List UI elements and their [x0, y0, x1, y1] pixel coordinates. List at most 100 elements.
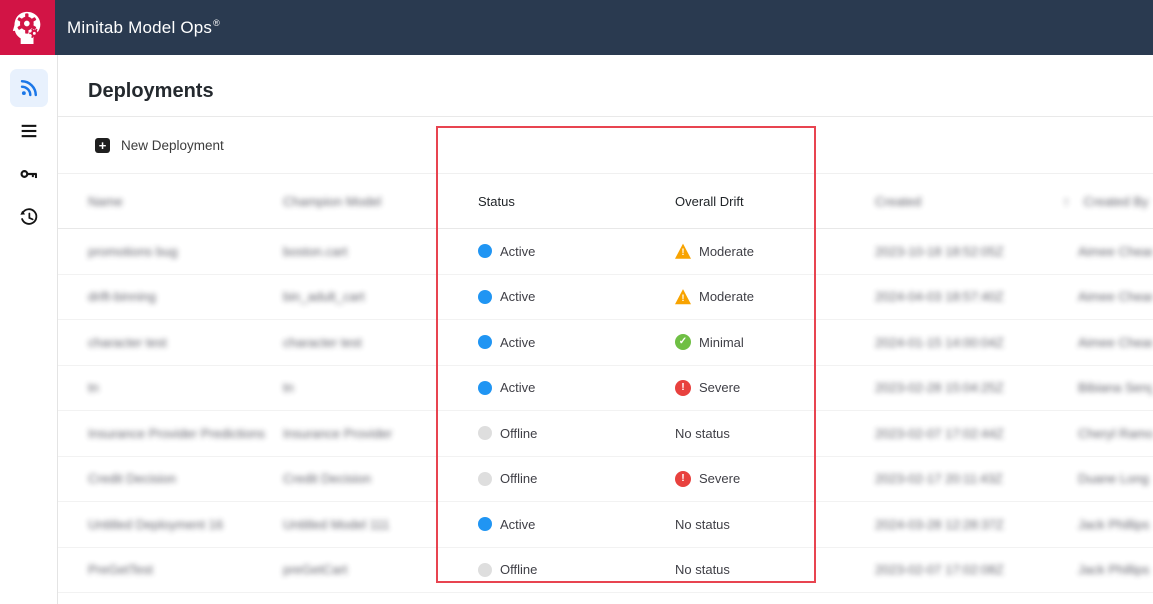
drift-label: Severe [699, 380, 740, 395]
table-row[interactable]: Untitled Deployment 16 Untitled Model 11… [57, 502, 1153, 548]
drift-icon [675, 289, 691, 305]
created-by: Jack Phillips [1063, 562, 1153, 577]
champion-model: tn [283, 380, 478, 395]
status-label: Active [500, 244, 535, 259]
app-title: Minitab Model Ops® [67, 18, 220, 38]
status-cell: Offline [478, 426, 675, 441]
sidebar-item-keys[interactable] [10, 155, 48, 193]
champion-model: preGetCart [283, 562, 478, 577]
created-by: Jack Phillips [1063, 517, 1153, 532]
sidebar-item-list[interactable] [10, 112, 48, 150]
drift-label: No status [675, 562, 730, 577]
column-header-created-by[interactable]: ↑ Created By [1063, 194, 1153, 209]
drift-label: No status [675, 517, 730, 532]
history-icon [18, 206, 40, 228]
table-body: promotions bug boston.cart Active Modera… [57, 229, 1153, 593]
created-by: Aimee Cheam [1063, 244, 1153, 259]
drift-label: Moderate [699, 289, 754, 304]
status-label: Active [500, 517, 535, 532]
table-row[interactable]: Credit Decision Credit Decision Offline … [57, 457, 1153, 503]
deployment-name: Credit Decision [88, 471, 283, 486]
created-timestamp: 2023-02-07 17:02:08Z [875, 562, 1063, 577]
head-gear-logo-icon [8, 8, 48, 48]
champion-model: Credit Decision [283, 471, 478, 486]
deployment-name: tn [88, 380, 283, 395]
drift-cell: Severe [675, 471, 875, 487]
status-cell: Active [478, 289, 675, 304]
status-dot-icon [478, 381, 492, 395]
status-dot-icon [478, 472, 492, 486]
plus-icon: + [95, 138, 110, 153]
registered-mark: ® [213, 18, 220, 28]
drift-label: Minimal [699, 335, 744, 350]
status-cell: Active [478, 335, 675, 350]
sort-ascending-icon: ↑ [1063, 194, 1070, 209]
app-logo [0, 0, 55, 55]
top-bar: Minitab Model Ops® [0, 0, 1153, 55]
status-dot-icon [478, 426, 492, 440]
status-label: Offline [500, 471, 537, 486]
sidebar [0, 55, 58, 604]
created-by: Aimee Cheam [1063, 335, 1153, 350]
status-label: Active [500, 380, 535, 395]
status-dot-icon [478, 335, 492, 349]
status-dot-icon [478, 244, 492, 258]
status-cell: Offline [478, 471, 675, 486]
column-header-champion-model[interactable]: Champion Model [283, 194, 478, 209]
toolbar: + New Deployment [57, 117, 1153, 174]
created-by: Bibiana Seng [1063, 380, 1153, 395]
deployment-name: drift-binning [88, 289, 283, 304]
created-timestamp: 2023-10-18 18:52:05Z [875, 244, 1063, 259]
main-content: Deployments + New Deployment Name Champi… [57, 55, 1153, 604]
new-deployment-label: New Deployment [121, 138, 224, 153]
created-timestamp: 2024-04-03 18:57:40Z [875, 289, 1063, 304]
deployment-name: Untitled Deployment 16 [88, 517, 283, 532]
deployment-name: Insurance Provider Predictions [88, 426, 283, 441]
status-label: Offline [500, 562, 537, 577]
champion-model: character test [283, 335, 478, 350]
drift-cell: Moderate [675, 243, 875, 259]
table-row[interactable]: tn tn Active Severe 2023-02-28 15:04:25Z… [57, 366, 1153, 412]
table-row[interactable]: Insurance Provider Predictions Insurance… [57, 411, 1153, 457]
table-header-row: Name Champion Model Status Overall Drift… [57, 174, 1153, 229]
drift-icon [675, 243, 691, 259]
sidebar-item-deployments[interactable] [10, 69, 48, 107]
drift-cell: No status [675, 562, 875, 577]
status-label: Offline [500, 426, 537, 441]
drift-icon [675, 380, 691, 396]
deployment-name: promotions bug [88, 244, 283, 259]
column-header-overall-drift[interactable]: Overall Drift [675, 194, 875, 209]
drift-label: Severe [699, 471, 740, 486]
status-cell: Active [478, 517, 675, 532]
created-timestamp: 2024-01-15 14:00:04Z [875, 335, 1063, 350]
status-dot-icon [478, 290, 492, 304]
drift-cell: Severe [675, 380, 875, 396]
status-dot-icon [478, 563, 492, 577]
table-row[interactable]: drift-binning bin_adult_cart Active Mode… [57, 275, 1153, 321]
drift-cell: Moderate [675, 289, 875, 305]
status-cell: Active [478, 244, 675, 259]
created-by: Duane Long [1063, 471, 1153, 486]
drift-label: Moderate [699, 244, 754, 259]
new-deployment-button[interactable]: + New Deployment [95, 138, 224, 153]
sidebar-item-history[interactable] [10, 198, 48, 236]
champion-model: bin_adult_cart [283, 289, 478, 304]
table-row[interactable]: promotions bug boston.cart Active Modera… [57, 229, 1153, 275]
status-label: Active [500, 289, 535, 304]
table-row[interactable]: PreGetTest preGetCart Offline No status … [57, 548, 1153, 594]
rss-icon [18, 77, 40, 99]
status-dot-icon [478, 517, 492, 531]
drift-icon [675, 471, 691, 487]
champion-model: boston.cart [283, 244, 478, 259]
column-header-status[interactable]: Status [478, 194, 675, 209]
column-header-name[interactable]: Name [88, 194, 283, 209]
table-row[interactable]: character test character test Active Min… [57, 320, 1153, 366]
created-by: Cheryl Ramona [1063, 426, 1153, 441]
created-timestamp: 2023-02-17 20:11:43Z [875, 471, 1063, 486]
champion-model: Insurance Provider [283, 426, 478, 441]
column-header-created[interactable]: Created [875, 194, 1063, 209]
drift-cell: No status [675, 426, 875, 441]
drift-cell: Minimal [675, 334, 875, 350]
status-label: Active [500, 335, 535, 350]
drift-icon [675, 334, 691, 350]
